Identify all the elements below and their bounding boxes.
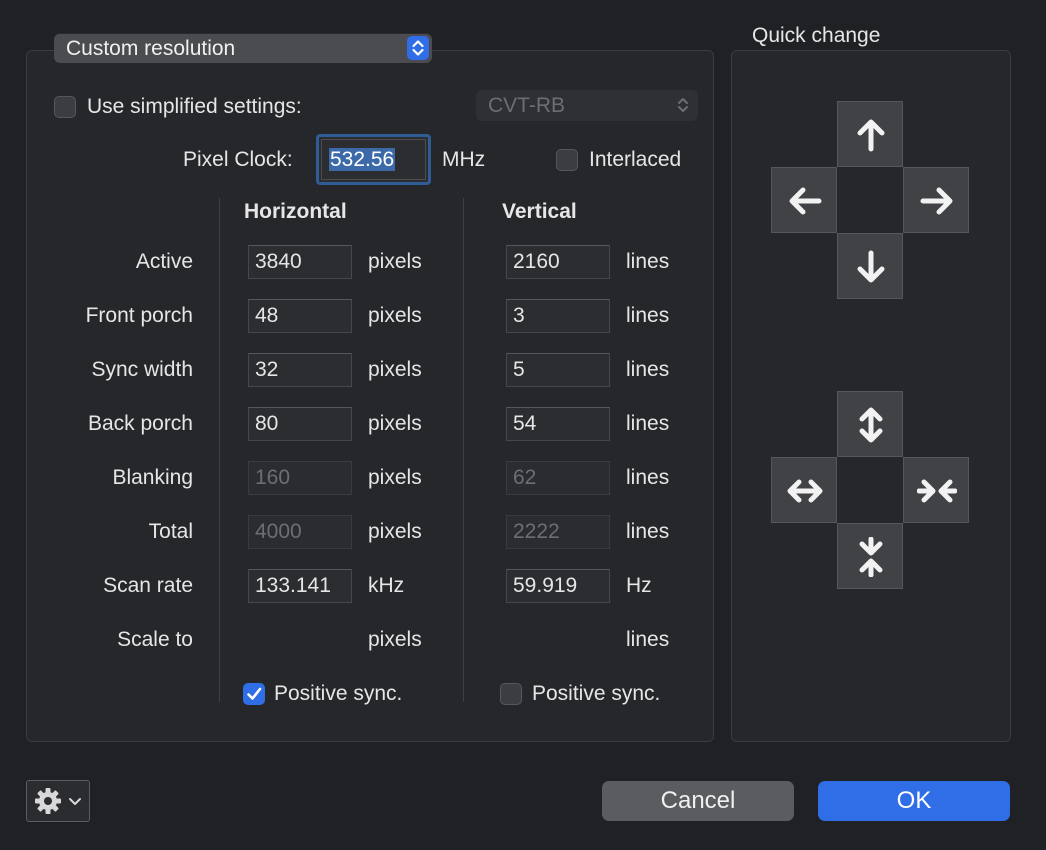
vertical-positive-sync-checkbox[interactable] — [500, 683, 522, 705]
cancel-button[interactable]: Cancel — [602, 781, 794, 821]
scan-rate-horizontal-field[interactable]: 133.141 — [248, 569, 352, 603]
column-divider — [463, 198, 464, 702]
scale-to-horizontal-unit: pixels — [368, 628, 422, 651]
front-porch-vertical-field[interactable]: 3 — [506, 299, 610, 333]
expand-horizontal-button[interactable] — [771, 457, 837, 523]
active-horizontal-field[interactable]: 3840 — [248, 245, 352, 279]
blanking-horizontal-field: 160 — [248, 461, 352, 495]
timing-standard-select[interactable]: CVT-RB — [476, 90, 698, 121]
shrink-horizontal-icon — [917, 479, 957, 503]
back-porch-vertical-unit: lines — [626, 412, 670, 435]
move-up-button[interactable] — [837, 101, 903, 167]
ok-button[interactable]: OK — [818, 781, 1010, 821]
total-vertical-unit: lines — [626, 520, 670, 543]
scan-rate-vertical-unit: Hz — [626, 574, 652, 597]
simplified-settings-label: Use simplified settings: — [87, 95, 302, 118]
shrink-horizontal-button[interactable] — [903, 457, 969, 523]
resize-center — [837, 457, 903, 523]
select-chevrons-icon — [678, 98, 688, 112]
pixel-clock-unit: MHz — [442, 148, 486, 171]
timing-standard-value: CVT-RB — [488, 94, 566, 117]
horizontal-positive-sync-checkbox[interactable] — [243, 683, 265, 705]
row-label-active: Active — [135, 250, 193, 273]
blanking-vertical-unit: lines — [626, 466, 670, 489]
row-label-back-porch: Back porch — [87, 412, 193, 435]
blanking-vertical-field: 62 — [506, 461, 610, 495]
arrow-up-icon — [857, 119, 885, 152]
interlaced-label: Interlaced — [589, 148, 682, 171]
expand-vertical-button[interactable] — [837, 391, 903, 457]
row-label-sync-width: Sync width — [91, 358, 193, 381]
back-porch-horizontal-unit: pixels — [368, 412, 422, 435]
gear-menu-button[interactable] — [26, 780, 90, 822]
scan-rate-vertical-field[interactable]: 59.919 — [506, 569, 610, 603]
resolution-mode-popup[interactable]: Custom resolution — [54, 33, 432, 63]
interlaced-checkbox[interactable] — [556, 149, 578, 171]
active-vertical-field[interactable]: 2160 — [506, 245, 610, 279]
total-vertical-field: 2222 — [506, 515, 610, 549]
sync-width-vertical-field[interactable]: 5 — [506, 353, 610, 387]
total-horizontal-unit: pixels — [368, 520, 422, 543]
checkmark-icon — [247, 687, 262, 700]
front-porch-horizontal-unit: pixels — [368, 304, 422, 327]
row-label-scale-to: Scale to — [117, 628, 193, 651]
arrow-right-icon — [920, 187, 953, 215]
front-porch-vertical-unit: lines — [626, 304, 670, 327]
resolution-mode-label: Custom resolution — [66, 37, 236, 60]
move-down-button[interactable] — [837, 233, 903, 299]
horizontal-positive-sync-label: Positive sync. — [274, 682, 403, 705]
sync-width-vertical-unit: lines — [626, 358, 670, 381]
shrink-vertical-button[interactable] — [837, 523, 903, 589]
scale-to-vertical-unit: lines — [626, 628, 670, 651]
row-label-total: Total — [148, 520, 193, 543]
shrink-vertical-icon — [859, 537, 883, 577]
row-label-scan-rate: Scan rate — [103, 574, 193, 597]
expand-horizontal-icon — [787, 479, 823, 503]
total-horizontal-field: 4000 — [248, 515, 352, 549]
back-porch-horizontal-field[interactable]: 80 — [248, 407, 352, 441]
popup-chevrons-icon — [407, 36, 429, 60]
arrow-left-icon — [789, 187, 822, 215]
front-porch-horizontal-field[interactable]: 48 — [248, 299, 352, 333]
arrow-down-icon — [857, 250, 885, 283]
chevron-down-icon — [69, 798, 81, 805]
pixel-clock-field[interactable]: 532.56 — [316, 134, 431, 185]
expand-vertical-icon — [859, 407, 883, 443]
sync-width-horizontal-unit: pixels — [368, 358, 422, 381]
simplified-settings-checkbox[interactable] — [54, 96, 76, 118]
pixel-clock-label: Pixel Clock: — [183, 148, 293, 171]
vertical-header: Vertical — [502, 200, 577, 223]
move-left-button[interactable] — [771, 167, 837, 233]
move-center — [837, 167, 903, 233]
active-horizontal-unit: pixels — [368, 250, 422, 273]
back-porch-vertical-field[interactable]: 54 — [506, 407, 610, 441]
pixel-clock-value: 532.56 — [329, 148, 396, 171]
column-divider — [219, 198, 220, 702]
row-label-front-porch: Front porch — [85, 304, 193, 327]
sync-width-horizontal-field[interactable]: 32 — [248, 353, 352, 387]
blanking-horizontal-unit: pixels — [368, 466, 422, 489]
move-right-button[interactable] — [903, 167, 969, 233]
scan-rate-horizontal-unit: kHz — [368, 574, 405, 597]
active-vertical-unit: lines — [626, 250, 670, 273]
quick-change-title: Quick change — [752, 24, 881, 47]
row-label-blanking: Blanking — [112, 466, 193, 489]
gear-icon — [35, 788, 61, 814]
horizontal-header: Horizontal — [244, 200, 347, 223]
vertical-positive-sync-label: Positive sync. — [532, 682, 661, 705]
